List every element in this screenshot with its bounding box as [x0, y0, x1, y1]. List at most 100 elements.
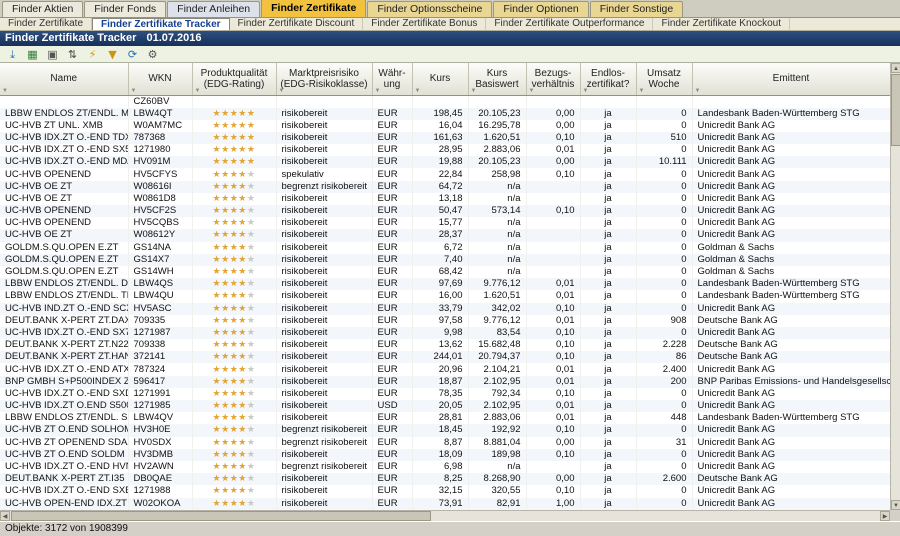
star-filled-icon: ★ — [213, 291, 222, 301]
primary-tab-finder-sonstige[interactable]: Finder Sonstige — [590, 1, 684, 17]
sort-arrow-icon[interactable]: ▼ — [471, 88, 477, 94]
cell-umsatz: 0 — [636, 388, 692, 400]
secondary-tab-finder-zertifikate-discount[interactable]: Finder Zertifikate Discount — [230, 18, 364, 30]
cell-endlos: ja — [580, 266, 636, 278]
column-header-umsatz[interactable]: Umsatz Woche▼ — [636, 63, 692, 95]
table-row[interactable]: GOLDM.S.QU.OPEN E.ZTGS14X7★★★★★risikober… — [0, 254, 890, 266]
sort-arrow-icon[interactable]: ▼ — [2, 88, 8, 94]
table-row[interactable]: UC-HVB OE ZTW08612Y★★★★★risikobereitEUR2… — [0, 229, 890, 241]
column-header-kurs[interactable]: Kurs▼ — [412, 63, 468, 95]
table-row[interactable]: UC-HVB ZT O.END SOLDMHV3DMB★★★★★risikobe… — [0, 449, 890, 461]
horizontal-scrollbar[interactable]: ◀ ▶ — [0, 510, 890, 521]
table-row[interactable]: DEUT.BANK X-PERT ZT.I35DB0QAE★★★★★risiko… — [0, 473, 890, 485]
table-row[interactable]: UC-HVB ZT O.END SOLHOMEHV3H0E★★★★★begren… — [0, 424, 890, 436]
cell-cur: EUR — [372, 108, 412, 120]
export-icon[interactable]: ⤓ — [4, 47, 21, 62]
vertical-scroll-thumb[interactable] — [891, 74, 900, 146]
table-row[interactable]: UC-HVB IDX.ZT O.-END SX5E1271980★★★★★ris… — [0, 144, 890, 156]
table-row[interactable]: LBBW ENDLOS ZT/ENDL. MDAXLBW4QT★★★★★risi… — [0, 108, 890, 120]
secondary-tab-finder-zertifikate-tracker[interactable]: Finder Zertifikate Tracker — [92, 18, 230, 30]
horizontal-scroll-thumb[interactable] — [11, 511, 431, 521]
table-row[interactable]: UC-HVB OPEN-END IDX.ZTW02OKOA★★★★★risiko… — [0, 498, 890, 510]
table-row[interactable]: LBBW ENDLOS ZT/ENDL. SX5ELBW4QV★★★★★risi… — [0, 412, 890, 424]
star-filled-icon: ★ — [230, 365, 239, 375]
table-row[interactable]: UC-HVB OE ZTW0861D8★★★★★risikobereitEUR1… — [0, 193, 890, 205]
table-row[interactable]: DEUT.BANK X-PERT ZT.DAX709335★★★★★risiko… — [0, 315, 890, 327]
table-row[interactable]: UC-HVB IDX.ZT O.-END HVNIHV2AWN★★★★★begr… — [0, 461, 890, 473]
table-row[interactable]: UC-HVB IDX.ZT O.-END MDAXHV091M★★★★★risi… — [0, 156, 890, 168]
table-row[interactable]: UC-HVB ZT OPENEND SDAXIHV0SDX★★★★★begren… — [0, 437, 890, 449]
sort-arrow-icon[interactable]: ▼ — [415, 88, 421, 94]
column-header-bezug[interactable]: Bezugs- verhältnis▼ — [526, 63, 580, 95]
table-row[interactable]: LBBW ENDLOS ZT/ENDL. DAXLBW4QS★★★★★risik… — [0, 278, 890, 290]
secondary-tab-finder-zertifikate[interactable]: Finder Zertifikate — [0, 18, 92, 30]
scroll-down-icon[interactable]: ▼ — [891, 500, 900, 510]
excel-export-icon[interactable]: ▦ — [24, 47, 41, 62]
primary-tab-finder-fonds[interactable]: Finder Fonds — [84, 1, 166, 17]
settings-icon[interactable]: ⚙ — [144, 47, 161, 62]
star-empty-icon: ★ — [247, 230, 256, 240]
table-row[interactable]: UC-HVB IDX.ZT O.-END SX7E1271987★★★★★ris… — [0, 327, 890, 339]
column-header-emittent[interactable]: Emittent▼ — [692, 63, 890, 95]
copy-icon[interactable]: ▣ — [44, 47, 61, 62]
scroll-up-icon[interactable]: ▲ — [891, 63, 900, 73]
sort-arrow-icon[interactable]: ▼ — [131, 88, 137, 94]
table-row[interactable]: UC-HVB IDX.ZT O.END S5001271985★★★★★risi… — [0, 400, 890, 412]
secondary-tab-finder-zertifikate-bonus[interactable]: Finder Zertifikate Bonus — [363, 18, 486, 30]
star-filled-icon: ★ — [238, 499, 247, 509]
filter-icon[interactable]: ▼ — [104, 47, 121, 62]
table-row[interactable]: GOLDM.S.QU.OPEN E.ZTGS14WH★★★★★risikober… — [0, 266, 890, 278]
cell-basis: n/a — [468, 242, 526, 254]
sort-arrow-icon[interactable]: ▼ — [279, 88, 285, 94]
column-header-cur[interactable]: Währ- ung▼ — [372, 63, 412, 95]
vertical-scrollbar[interactable]: ▲ ▼ — [890, 63, 900, 510]
primary-tab-finder-zertifikate[interactable]: Finder Zertifikate — [261, 0, 366, 17]
table-row[interactable]: CZ60BV — [0, 95, 890, 108]
table-row[interactable]: UC-HVB IDX.ZT O.-END TDXP787368★★★★★risi… — [0, 132, 890, 144]
star-filled-icon: ★ — [213, 145, 222, 155]
table-row[interactable]: DEUT.BANK X-PERT ZT.N225709338★★★★★risik… — [0, 339, 890, 351]
primary-tab-finder-anleihen[interactable]: Finder Anleihen — [167, 1, 260, 17]
table-row[interactable]: UC-HVB IDX.ZT O.-END ATX787324★★★★★risik… — [0, 363, 890, 375]
cell-bezug: 0,01 — [526, 290, 580, 302]
sort-arrow-icon[interactable]: ▼ — [695, 88, 701, 94]
column-header-endlos[interactable]: Endlos- zertifikat?▼ — [580, 63, 636, 95]
secondary-tab-finder-zertifikate-outperformance[interactable]: Finder Zertifikate Outperformance — [486, 18, 653, 30]
scroll-left-icon[interactable]: ◀ — [0, 511, 10, 521]
column-header-basis[interactable]: Kurs Basiswert▼ — [468, 63, 526, 95]
table-row[interactable]: UC-HVB ZT UNL. XMBW0AM7MC★★★★★risikobere… — [0, 120, 890, 132]
primary-tab-finder-optionsscheine[interactable]: Finder Optionsscheine — [367, 1, 492, 17]
column-header-name[interactable]: Name▼ — [0, 63, 128, 95]
refresh-icon[interactable]: ⟳ — [124, 47, 141, 62]
column-header-risk[interactable]: Marktpreisrisiko (EDG-Risikoklasse)▼ — [276, 63, 372, 95]
table-row[interactable]: UC-HVB OPENENDHV5CF2S★★★★★risikobereitEU… — [0, 205, 890, 217]
table-row[interactable]: UC-HVB IND.ZT O.-END SCXTHV5ASC★★★★★risi… — [0, 303, 890, 315]
sort-arrow-icon[interactable]: ▼ — [583, 88, 589, 94]
sort-arrow-icon[interactable]: ▼ — [375, 88, 381, 94]
table-row[interactable]: UC-HVB IDX.ZT O.-END SXDE1271991★★★★★ris… — [0, 388, 890, 400]
table-row[interactable]: GOLDM.S.QU.OPEN E.ZTGS14NA★★★★★risikober… — [0, 242, 890, 254]
primary-tab-finder-aktien[interactable]: Finder Aktien — [2, 1, 83, 17]
table-row[interactable]: UC-HVB OE ZTW08616I★★★★★begrenzt risikob… — [0, 181, 890, 193]
star-empty-icon: ★ — [247, 206, 256, 216]
sort-arrow-icon[interactable]: ▼ — [639, 88, 645, 94]
column-header-rating[interactable]: Produktqualität (EDG-Rating)▼ — [192, 63, 276, 95]
scroll-right-icon[interactable]: ▶ — [880, 511, 890, 521]
secondary-tab-finder-zertifikate-knockout[interactable]: Finder Zertifikate Knockout — [653, 18, 790, 30]
table-row[interactable]: UC-HVB IDX.ZT O.-END SXBP1271988★★★★★ris… — [0, 485, 890, 497]
table-row[interactable]: UC-HVB OPENENDHV5CQBS★★★★★risikobereitEU… — [0, 217, 890, 229]
star-filled-icon: ★ — [247, 157, 256, 167]
table-row[interactable]: UC-HVB OPENENDHV5CFYS★★★★★spekulativEUR2… — [0, 168, 890, 180]
table-row[interactable]: BNP GMBH S+P500INDEX ZT.596417★★★★★risik… — [0, 376, 890, 388]
cell-cur: EUR — [372, 290, 412, 302]
table-row[interactable]: LBBW ENDLOS ZT/ENDL. TDXPLBW4QU★★★★★risi… — [0, 290, 890, 302]
cell-cur: EUR — [372, 278, 412, 290]
star-filled-icon: ★ — [238, 474, 247, 484]
primary-tab-finder-optionen[interactable]: Finder Optionen — [493, 1, 588, 17]
lightning-icon[interactable]: ⚡ — [84, 47, 101, 62]
sort-arrow-icon[interactable]: ▼ — [529, 88, 535, 94]
sort-arrow-icon[interactable]: ▼ — [195, 88, 201, 94]
column-header-wkn[interactable]: WKN▼ — [128, 63, 192, 95]
table-row[interactable]: DEUT.BANK X-PERT ZT.HANG372141★★★★★risik… — [0, 351, 890, 363]
sort-icon[interactable]: ⇅ — [64, 47, 81, 62]
